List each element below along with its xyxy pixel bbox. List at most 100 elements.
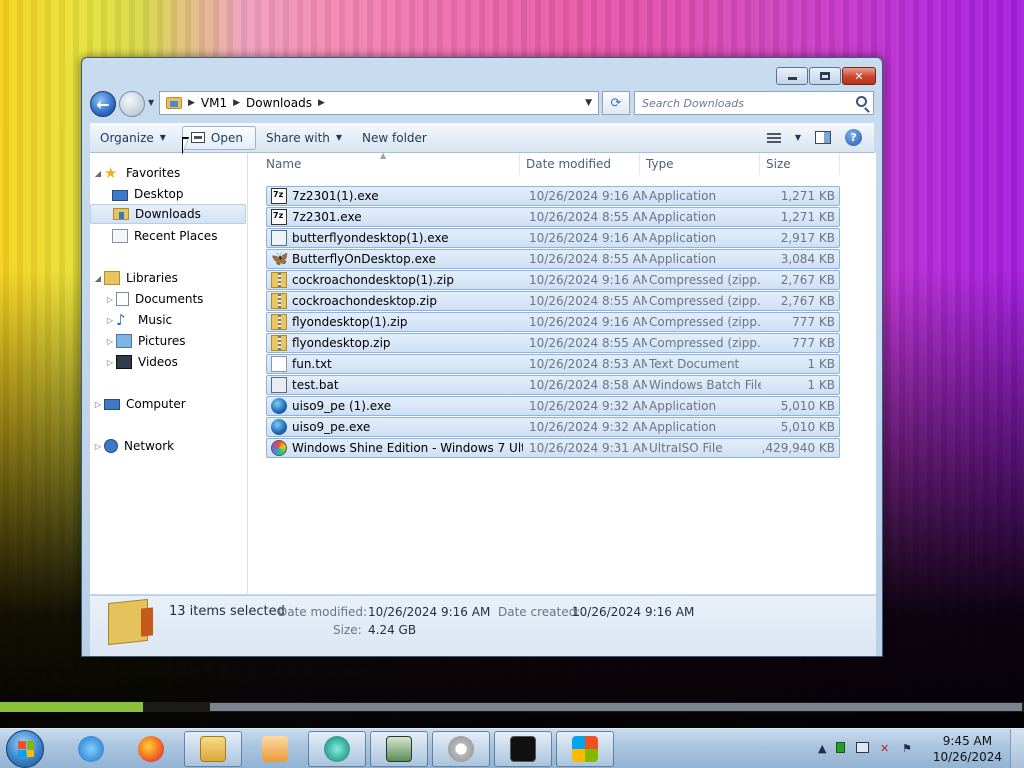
expand-arrow-icon[interactable]: ▷ [104, 295, 116, 304]
address-dropdown-icon[interactable]: ▼ [585, 98, 592, 108]
file-name-cell[interactable]: fun.txt [271, 355, 523, 373]
column-header-type[interactable]: Type [640, 153, 760, 175]
minimize-icon [787, 77, 797, 80]
file-name-cell[interactable]: 7z2301.exe [271, 208, 523, 226]
nav-network[interactable]: ▷ Network [92, 436, 174, 456]
column-header-size[interactable]: Size [760, 153, 840, 175]
file-row[interactable]: Windows Shine Edition - Windows 7 Ulti..… [266, 438, 840, 458]
file-row[interactable]: 7z2301.exe 10/26/2024 8:55 AMApplication 1… [266, 207, 840, 227]
breadcrumb-separator-icon[interactable]: ▶ [233, 98, 240, 108]
search-icon[interactable] [856, 96, 867, 107]
batch-file-icon [271, 377, 287, 393]
clock[interactable]: 9:45 AM 10/26/2024 [933, 733, 1002, 765]
views-dropdown-icon[interactable]: ▼ [795, 133, 801, 142]
breadcrumb-separator-icon[interactable]: ▶ [318, 98, 325, 108]
volume-muted-icon[interactable]: ✕ [880, 742, 889, 755]
breadcrumb-vm1[interactable]: VM1 [201, 96, 227, 110]
breadcrumb-separator-icon[interactable]: ▶ [188, 98, 195, 108]
taskbar-windows-button[interactable] [556, 731, 614, 767]
file-row[interactable]: 7z2301(1).exe 10/26/2024 9:16 AMApplicati… [266, 186, 840, 206]
file-name-cell[interactable]: cockroachondesktop.zip [271, 292, 523, 310]
taskbar-media-button[interactable] [246, 731, 304, 767]
file-name-cell[interactable]: butterflyondesktop(1).exe [271, 229, 523, 247]
file-row[interactable]: uiso9_pe.exe 10/26/2024 9:32 AM Applicatio… [266, 417, 840, 437]
column-header-date[interactable]: Date modified [520, 153, 640, 175]
refresh-button[interactable]: ⟳ [602, 91, 630, 115]
network-icon [104, 439, 118, 453]
file-name-cell[interactable]: uiso9_pe.exe [271, 418, 523, 436]
nav-favorites[interactable]: ◢ ★ Favorites [92, 163, 180, 183]
breadcrumb-downloads[interactable]: Downloads [246, 96, 312, 110]
tray-app-icon[interactable] [836, 742, 845, 753]
file-row[interactable]: fun.txt 10/26/2024 8:53 AM Text Document 1 … [266, 354, 840, 374]
maximize-button[interactable] [809, 67, 841, 85]
share-with-button[interactable]: Share with ▼ [256, 126, 352, 150]
expand-arrow-icon[interactable]: ◢ [92, 274, 104, 283]
nav-desktop[interactable]: Desktop [112, 184, 184, 204]
show-hidden-icons-icon[interactable]: ▲ [818, 742, 826, 755]
nav-pictures[interactable]: ▷ Pictures [104, 331, 186, 351]
expand-arrow-icon[interactable]: ▷ [104, 316, 116, 325]
recent-pages-dropdown[interactable]: ▼ [148, 98, 154, 107]
help-icon[interactable]: ? [845, 129, 862, 146]
nav-downloads[interactable]: Downloads [90, 204, 246, 224]
file-name-cell[interactable]: Windows Shine Edition - Windows 7 Ulti..… [271, 439, 523, 457]
taskbar-app-button[interactable] [308, 731, 366, 767]
text-file-icon [271, 356, 287, 372]
taskbar-explorer-button[interactable] [184, 731, 242, 767]
nav-computer[interactable]: ▷ Computer [92, 394, 186, 414]
file-row[interactable]: flyondesktop(1).zip 10/26/2024 9:16 AM Com… [266, 312, 840, 332]
date-modified-label: Date modified: [278, 605, 368, 619]
file-row[interactable]: cockroachondesktop.zip 10/26/2024 8:55 AM… [266, 291, 840, 311]
expand-arrow-icon[interactable]: ▷ [92, 442, 104, 451]
file-name-cell[interactable]: 🦋 ButterflyOnDesktop.exe [271, 250, 523, 268]
nav-recent-places[interactable]: Recent Places [112, 226, 217, 246]
views-icon[interactable] [766, 132, 781, 143]
file-row[interactable]: test.bat 10/26/2024 8:58 AM Windows Batch … [266, 375, 840, 395]
show-desktop-button[interactable] [1010, 729, 1024, 768]
back-button[interactable]: ← [90, 91, 116, 117]
file-name-cell[interactable]: flyondesktop.zip [271, 334, 523, 352]
expand-arrow-icon[interactable]: ▷ [104, 337, 116, 346]
minimize-button[interactable] [776, 67, 808, 85]
taskbar-opera-button[interactable] [432, 731, 490, 767]
preview-pane-icon[interactable] [815, 131, 831, 144]
search-box[interactable] [634, 91, 874, 115]
expand-arrow-icon[interactable]: ▷ [92, 400, 104, 409]
taskbar-firefox-button[interactable] [122, 731, 180, 767]
nav-videos[interactable]: ▷ Videos [104, 352, 178, 372]
file-row[interactable]: flyondesktop.zip 10/26/2024 8:55 AM Compre… [266, 333, 840, 353]
nav-libraries[interactable]: ◢ Libraries [92, 268, 178, 288]
network-status-icon[interactable] [856, 742, 869, 753]
search-input[interactable] [642, 96, 842, 110]
progress-bar-fill [0, 702, 144, 712]
file-name-cell[interactable]: 7z2301(1).exe [271, 187, 523, 205]
taskbar-taskmgr-button[interactable] [370, 731, 428, 767]
start-button[interactable] [6, 730, 44, 768]
file-row[interactable]: butterflyondesktop(1).exe 10/26/2024 9:16… [266, 228, 840, 248]
taskbar-ie-button[interactable] [62, 731, 120, 767]
address-bar[interactable]: ▶ VM1 ▶ Downloads ▶ ▼ [159, 91, 599, 115]
taskbar-cmd-button[interactable] [494, 731, 552, 767]
expand-arrow-icon[interactable]: ▷ [104, 358, 116, 367]
expand-arrow-icon[interactable]: ◢ [92, 169, 104, 178]
file-row[interactable]: 🦋 ButterflyOnDesktop.exe 10/26/2024 8:55 A… [266, 249, 840, 269]
music-icon: ♪ [116, 311, 126, 329]
nav-documents[interactable]: ▷ Documents [104, 289, 203, 309]
iso-disc-icon [271, 440, 287, 456]
action-center-flag-icon[interactable]: ⚑ [902, 742, 912, 755]
close-button[interactable]: ✕ [842, 67, 876, 85]
file-row[interactable]: uiso9_pe (1).exe 10/26/2024 9:32 AM Applic… [266, 396, 840, 416]
zip-folder-icon [271, 335, 287, 351]
organize-button[interactable]: Organize ▼ [90, 126, 176, 150]
forward-button[interactable] [119, 91, 145, 117]
file-size: 777 KB [792, 336, 835, 350]
file-name-cell[interactable]: uiso9_pe (1).exe [271, 397, 523, 415]
column-header-name[interactable]: Name ▲ [260, 151, 520, 175]
nav-music[interactable]: ▷ ♪ Music [104, 310, 172, 330]
file-row[interactable]: cockroachondesktop(1).zip 10/26/2024 9:16… [266, 270, 840, 290]
file-name-cell[interactable]: cockroachondesktop(1).zip [271, 271, 523, 289]
file-name-cell[interactable]: flyondesktop(1).zip [271, 313, 523, 331]
new-folder-button[interactable]: New folder [352, 126, 437, 150]
file-name-cell[interactable]: test.bat [271, 376, 523, 394]
